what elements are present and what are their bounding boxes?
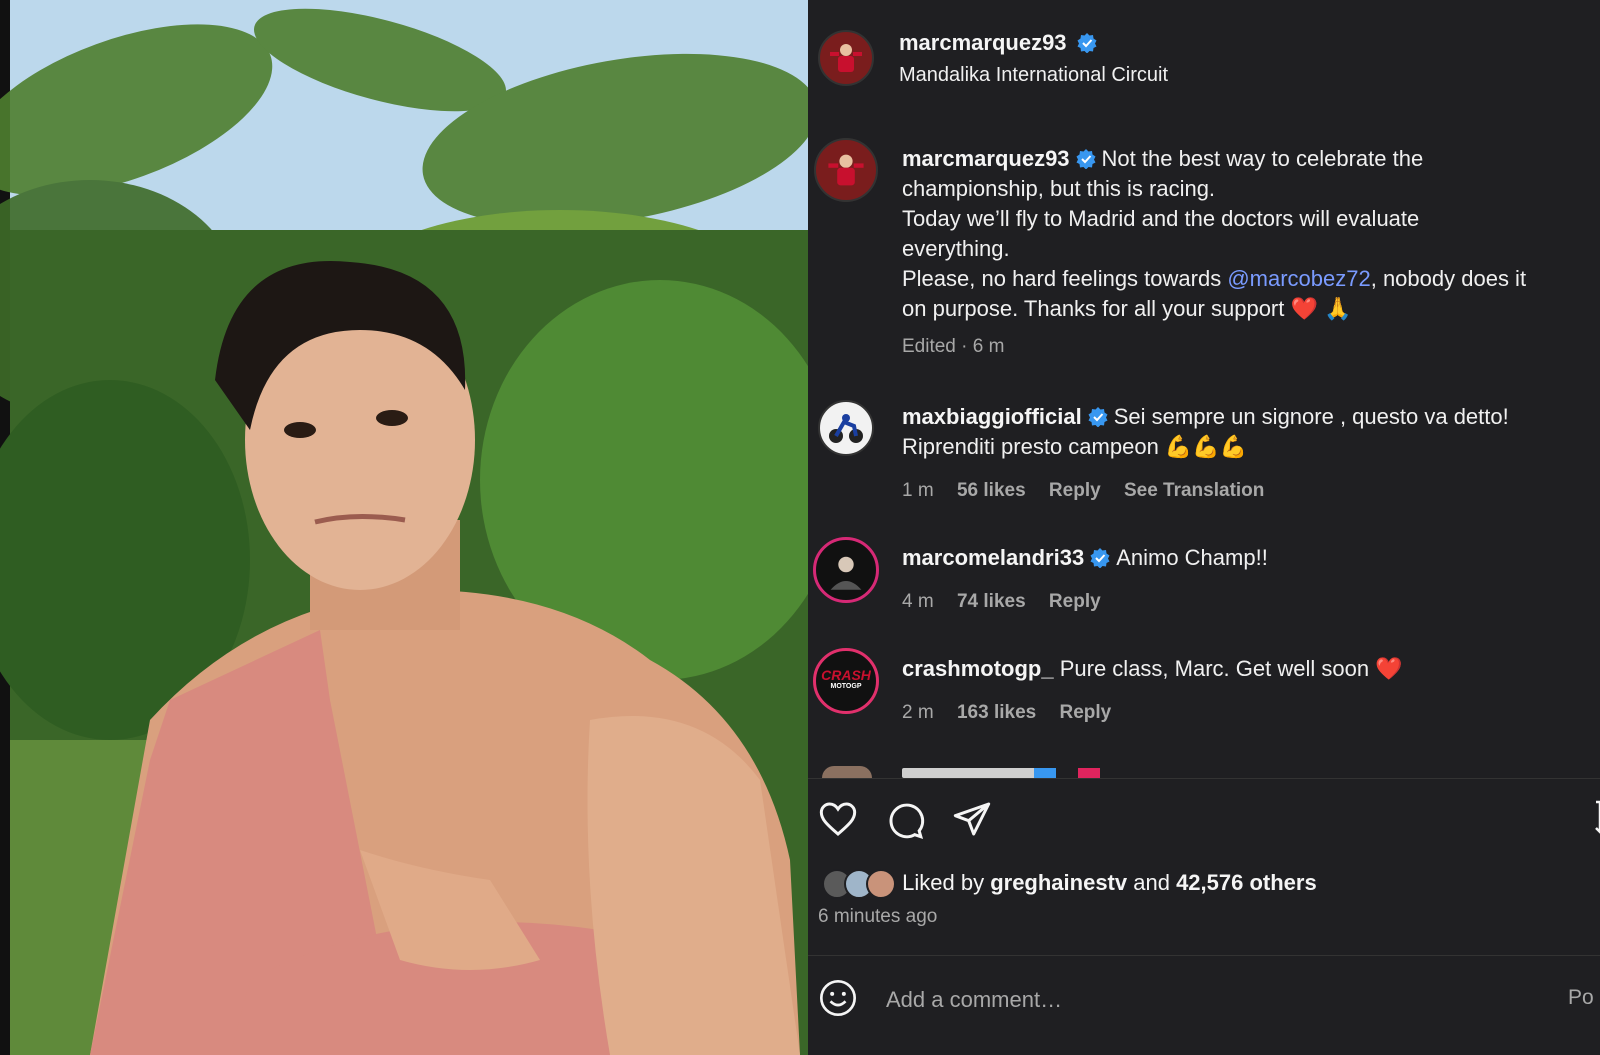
- comment-username[interactable]: maxbiaggiofficial: [902, 404, 1082, 429]
- liker-avatar[interactable]: [866, 869, 896, 899]
- post-photo[interactable]: [0, 0, 808, 1055]
- caption-meta: Edited · 6 m: [902, 336, 1005, 357]
- avatar-figure-icon: [830, 44, 862, 72]
- caption-line: on purpose. Thanks for all your support: [902, 296, 1285, 321]
- divider: [808, 778, 1600, 779]
- caption-avatar[interactable]: [814, 138, 878, 202]
- comment-text: Riprenditi presto campeon 💪💪💪: [902, 434, 1248, 459]
- caption-line: championship, but this is racing.: [902, 176, 1216, 201]
- caption-username[interactable]: marcmarquez93: [902, 146, 1070, 171]
- share-icon: [953, 802, 991, 836]
- comment-meta: 2 m 163 likes Reply: [902, 698, 1592, 728]
- see-translation-button[interactable]: See Translation: [1124, 480, 1264, 501]
- save-button[interactable]: [1586, 800, 1600, 834]
- caption-emoji: ❤️ 🙏: [1290, 296, 1352, 321]
- comment-input[interactable]: [884, 980, 1528, 1020]
- mention-link[interactable]: @marcobez72: [1227, 266, 1370, 291]
- post-comment-button[interactable]: Po: [1568, 986, 1594, 1010]
- emoji-button[interactable]: [816, 976, 860, 1020]
- caption-line: Today we’ll fly to Madrid and the doctor…: [902, 206, 1420, 231]
- verified-icon: [1076, 149, 1096, 169]
- motorbike-icon: [829, 414, 863, 443]
- photo-illustration: [0, 0, 808, 1055]
- post-time: 6 minutes ago: [818, 906, 938, 927]
- comment: marcomelandri33 Animo Champ!! 4 m 74 like…: [902, 543, 1592, 617]
- caption-line: Please, no hard feelings towards: [902, 266, 1228, 291]
- comment-username[interactable]: marcomelandri33: [902, 545, 1084, 570]
- share-button[interactable]: [950, 797, 994, 841]
- liker-avatars: [822, 869, 896, 899]
- comment-button[interactable]: [883, 798, 927, 842]
- comment-avatar[interactable]: CRASH MOTOGP: [813, 648, 879, 714]
- comment: crashmotogp_ Pure class, Marc. Get well …: [902, 654, 1592, 728]
- person-icon: [830, 556, 862, 590]
- crash-logo: CRASH MOTOGP: [821, 667, 871, 693]
- comment-icon: [889, 803, 925, 839]
- comment-avatar[interactable]: [813, 537, 879, 603]
- reply-button[interactable]: Reply: [1049, 480, 1101, 501]
- author-username[interactable]: marcmarquez93: [899, 30, 1067, 55]
- verified-icon: [1077, 33, 1097, 53]
- reply-button[interactable]: Reply: [1060, 702, 1112, 723]
- reply-button[interactable]: Reply: [1049, 591, 1101, 612]
- comment-likes[interactable]: 163 likes: [957, 702, 1036, 723]
- comment-avatar-partial: [822, 766, 872, 778]
- caption: marcmarquez93 Not the best way to celebra…: [902, 144, 1592, 362]
- liked-by-label: Liked by: [902, 869, 991, 895]
- comment-text: Pure class, Marc. Get well soon ❤️: [1059, 656, 1403, 681]
- comment-text: Sei sempre un signore , questo va detto!: [1113, 404, 1509, 429]
- likes-count[interactable]: 42,576 others: [1176, 870, 1317, 895]
- verified-icon: [1088, 407, 1108, 427]
- verified-icon: [1090, 548, 1110, 568]
- comment-time: 1 m: [902, 480, 934, 501]
- bookmark-icon: [1595, 800, 1600, 834]
- comment-likes[interactable]: 56 likes: [957, 480, 1026, 501]
- like-button[interactable]: [816, 797, 860, 841]
- likes-connector: and: [1127, 869, 1177, 895]
- caption-line: Not the best way to celebrate the: [1101, 146, 1424, 171]
- crash-logo-text: CRASH: [821, 667, 871, 683]
- comment-time: 4 m: [902, 591, 934, 612]
- divider: [808, 955, 1600, 956]
- comment-meta: 1 m 56 likes Reply See Translation: [902, 476, 1592, 506]
- comment-partial: [902, 768, 1122, 778]
- comment-likes[interactable]: 74 likes: [957, 591, 1026, 612]
- comment-text: Animo Champ!!: [1116, 545, 1268, 570]
- likes-summary: Liked by greghainestv and 42,576 others: [822, 869, 1317, 899]
- author-avatar[interactable]: [818, 30, 874, 86]
- comment-avatar[interactable]: [818, 400, 874, 456]
- comment-time: 2 m: [902, 702, 934, 723]
- post-location[interactable]: Mandalika International Circuit: [899, 64, 1168, 87]
- caption-line: everything.: [902, 236, 1010, 261]
- liker-username[interactable]: greghainestv: [990, 870, 1127, 895]
- comment: maxbiaggiofficial Sei sempre un signore ,…: [902, 402, 1592, 506]
- heart-icon: [819, 802, 857, 836]
- post-header: marcmarquez93 Mandalika International Ci…: [899, 30, 1168, 87]
- avatar-figure-icon: [828, 154, 864, 186]
- comment-meta: 4 m 74 likes Reply: [902, 587, 1592, 617]
- comment-username[interactable]: crashmotogp_: [902, 656, 1054, 681]
- post-panel: marcmarquez93 Mandalika International Ci…: [808, 0, 1600, 1055]
- emoji-icon: [820, 980, 856, 1016]
- caption-line: , nobody does it: [1370, 266, 1527, 291]
